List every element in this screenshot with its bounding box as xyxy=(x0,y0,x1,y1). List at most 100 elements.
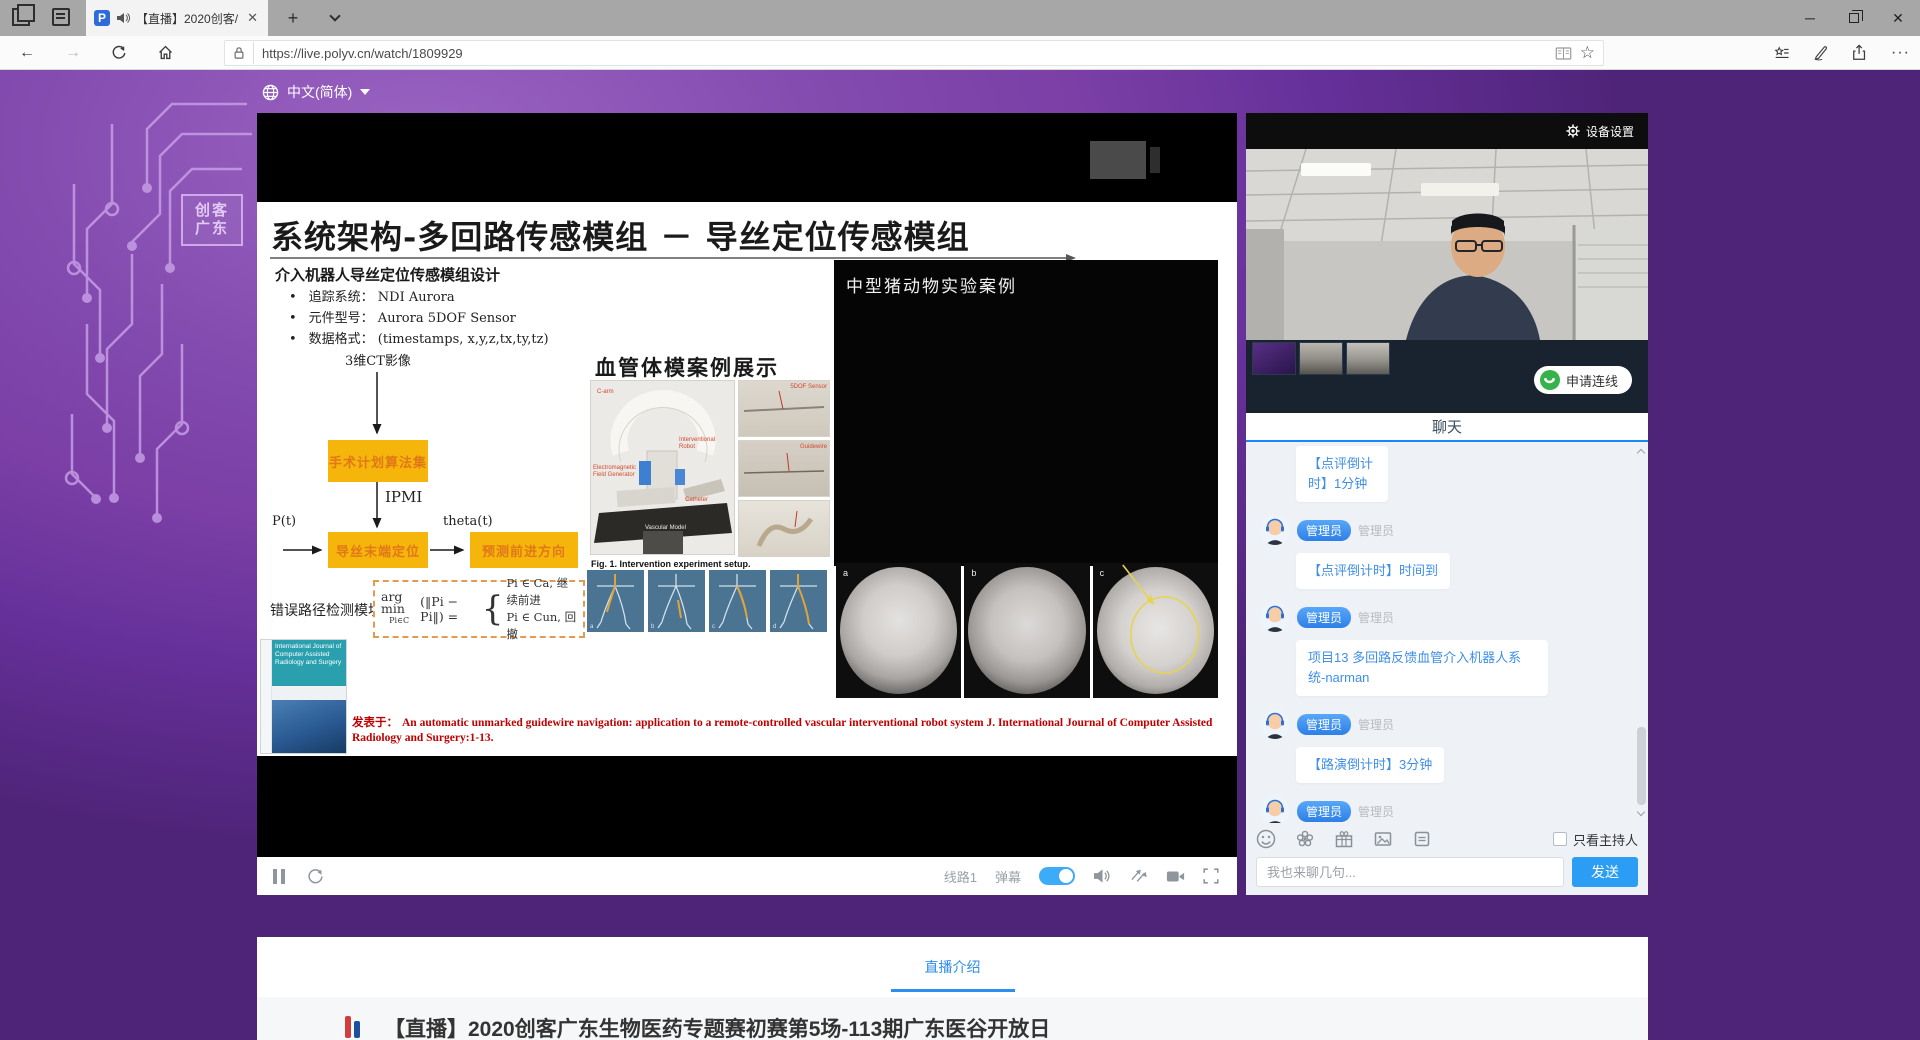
chat-message: 管理员 管理员 【点评倒计时】3分钟 xyxy=(1260,796,1634,823)
video-player[interactable]: 系统架构-多回路传感模组 － 导丝定位传感模组 介入机器人导丝定位传感模组设计 … xyxy=(257,113,1237,895)
fullscreen-icon[interactable] xyxy=(1203,868,1219,884)
volume-icon[interactable] xyxy=(1093,868,1112,884)
live-intro-section: 【直播】2020创客广东生物医药专题赛初赛第5场-113期广东医谷开放日 xyxy=(257,997,1648,1040)
chat-header: 聊天 xyxy=(1246,413,1648,442)
image-icon[interactable] xyxy=(1373,829,1393,849)
chat-input[interactable] xyxy=(1256,857,1564,887)
url-separator xyxy=(253,42,254,64)
admin-badge: 管理员 xyxy=(1297,520,1351,541)
share-icon[interactable] xyxy=(1851,44,1869,61)
webcam-strip: 申请连线 xyxy=(1246,340,1648,413)
equip-label: Catheter xyxy=(685,497,708,504)
hub-icon[interactable] xyxy=(1772,45,1790,61)
new-tab-button[interactable]: + xyxy=(276,0,310,36)
request-connect-button[interactable]: 申请连线 xyxy=(1534,366,1632,394)
set-tabs-aside-icon[interactable] xyxy=(52,8,70,26)
message-bubble: 【点评倒计时】1分钟 xyxy=(1296,446,1388,502)
only-host-checkbox[interactable] xyxy=(1553,832,1567,846)
chat-message-list[interactable]: 【点评倒计时】1分钟 管理员 管理员 【点评倒计时】时间到 xyxy=(1246,442,1648,823)
back-button[interactable]: ← xyxy=(8,36,46,69)
yellow-annotation xyxy=(1093,563,1218,698)
favorites-star-icon[interactable]: ☆ xyxy=(1580,43,1595,63)
note-icon[interactable] xyxy=(1412,829,1432,849)
tab-title: 【直播】2020创客/ xyxy=(136,10,239,27)
message-bubble: 【点评倒计时】时间到 xyxy=(1296,553,1450,589)
only-host-label: 只看主持人 xyxy=(1573,830,1638,849)
flower-icon[interactable] xyxy=(1295,829,1315,849)
tab-close-icon[interactable]: ✕ xyxy=(245,10,260,26)
gift-icon[interactable] xyxy=(1334,829,1354,849)
settings-more-icon[interactable]: ··· xyxy=(1891,44,1910,62)
only-host-option[interactable]: 只看主持人 xyxy=(1553,830,1638,849)
reading-view-icon[interactable] xyxy=(1555,46,1572,61)
pause-button[interactable] xyxy=(273,869,285,884)
phone-icon xyxy=(1540,370,1560,390)
line-label[interactable]: 线路1 xyxy=(944,867,977,886)
sim-panel: b xyxy=(648,570,705,632)
chat-message: 管理员 管理员 【路演倒计时】3分钟 xyxy=(1260,709,1634,783)
reload-stream-button[interactable] xyxy=(307,868,324,885)
browser-tab-bar: P 【直播】2020创客/ ✕ + ─ ✕ xyxy=(0,0,1920,36)
flow-theta-label: theta(t) xyxy=(443,514,493,529)
equip-label: C-arm xyxy=(597,389,614,396)
chat-message: 【点评倒计时】1分钟 xyxy=(1260,446,1634,502)
tab-preview-icon[interactable] xyxy=(12,8,30,26)
message-bubble: 【路演倒计时】3分钟 xyxy=(1296,747,1444,783)
send-button[interactable]: 发送 xyxy=(1572,857,1638,887)
scroll-down-arrow[interactable] xyxy=(1636,809,1646,819)
speaker-webcam-video[interactable] xyxy=(1246,149,1648,340)
bullet-item: 元件型号： Aurora 5DOF Sensor xyxy=(289,308,549,329)
url-field[interactable]: https://live.polyv.cn/watch/1809929 ☆ xyxy=(224,40,1604,66)
slide-bullet-list: 追踪系统： NDI Aurora 元件型号： Aurora 5DOF Senso… xyxy=(289,287,549,350)
home-button[interactable] xyxy=(146,36,184,69)
side-label: 5DOF Sensor xyxy=(790,384,827,391)
flow-plan-box: 手术计划算法集 xyxy=(328,440,428,482)
window-minimize-button[interactable]: ─ xyxy=(1788,0,1832,36)
video-artifact xyxy=(1090,141,1146,179)
sim-panel: a xyxy=(587,570,644,632)
journal-cover: International Journal of Computer Assist… xyxy=(260,639,347,754)
camera-thumbnails xyxy=(1252,342,1390,375)
browser-window: P 【直播】2020创客/ ✕ + ─ ✕ ← → https://live.p… xyxy=(0,0,1920,1040)
toolbar-right-icons: ··· xyxy=(1772,36,1910,69)
refresh-button[interactable] xyxy=(100,36,138,69)
globe-icon xyxy=(262,84,279,101)
browser-tab[interactable]: P 【直播】2020创客/ ✕ xyxy=(86,0,268,36)
camera-icon[interactable] xyxy=(1166,869,1185,884)
thumbnail-office-2[interactable] xyxy=(1346,342,1390,375)
window-restore-button[interactable] xyxy=(1832,0,1876,36)
chat-message: 管理员 管理员 【点评倒计时】时间到 xyxy=(1260,515,1634,589)
tab-live-intro[interactable]: 直播介绍 xyxy=(257,957,1648,977)
tab-list-button[interactable] xyxy=(318,0,352,36)
stream-title: 【直播】2020创客广东生物医药专题赛初赛第5场-113期广东医谷开放日 xyxy=(384,1013,1050,1040)
forward-button[interactable]: → xyxy=(54,36,92,69)
player-control-bar: 线路1 弹幕 xyxy=(257,857,1237,895)
error-module-label: 错误路径检测模块 xyxy=(270,600,382,620)
danmu-toggle[interactable] xyxy=(1039,867,1075,885)
window-close-button[interactable]: ✕ xyxy=(1876,0,1920,36)
publication-prefix: 发表于： xyxy=(352,717,398,729)
scroll-up-arrow[interactable] xyxy=(1636,446,1646,456)
thumbnail-stage[interactable] xyxy=(1252,342,1296,375)
flow-ipmi-label: IPMI xyxy=(385,488,422,506)
figure-caption: Fig. 1. Intervention experiment setup. xyxy=(591,559,751,569)
emoji-icon[interactable] xyxy=(1256,829,1276,849)
chat-title: 聊天 xyxy=(1432,416,1462,437)
presentation-slide: 系统架构-多回路传感模组 － 导丝定位传感模组 介入机器人导丝定位传感模组设计 … xyxy=(257,202,1237,756)
admin-avatar xyxy=(1260,515,1290,545)
chat-scrollbar[interactable] xyxy=(1637,727,1646,805)
xray-panel: b xyxy=(964,563,1089,698)
equip-label: Interventional Robot xyxy=(679,437,729,451)
language-selector[interactable]: 中文(简体) xyxy=(262,82,370,102)
xray-panel: a xyxy=(836,563,961,698)
sim-panel: d xyxy=(770,570,827,632)
side-image: 5DOF Sensor xyxy=(738,380,830,437)
tab-audio-icon[interactable] xyxy=(116,12,130,24)
danmu-label: 弹幕 xyxy=(995,867,1021,886)
annotate-pen-icon[interactable] xyxy=(1812,44,1829,61)
admin-avatar xyxy=(1260,602,1290,632)
device-settings-bar[interactable]: 设备设置 xyxy=(1246,113,1648,149)
line-quality-icon[interactable] xyxy=(1130,868,1148,884)
slide-design-heading: 介入机器人导丝定位传感模组设计 xyxy=(275,264,500,285)
thumbnail-office-1[interactable] xyxy=(1299,342,1343,375)
